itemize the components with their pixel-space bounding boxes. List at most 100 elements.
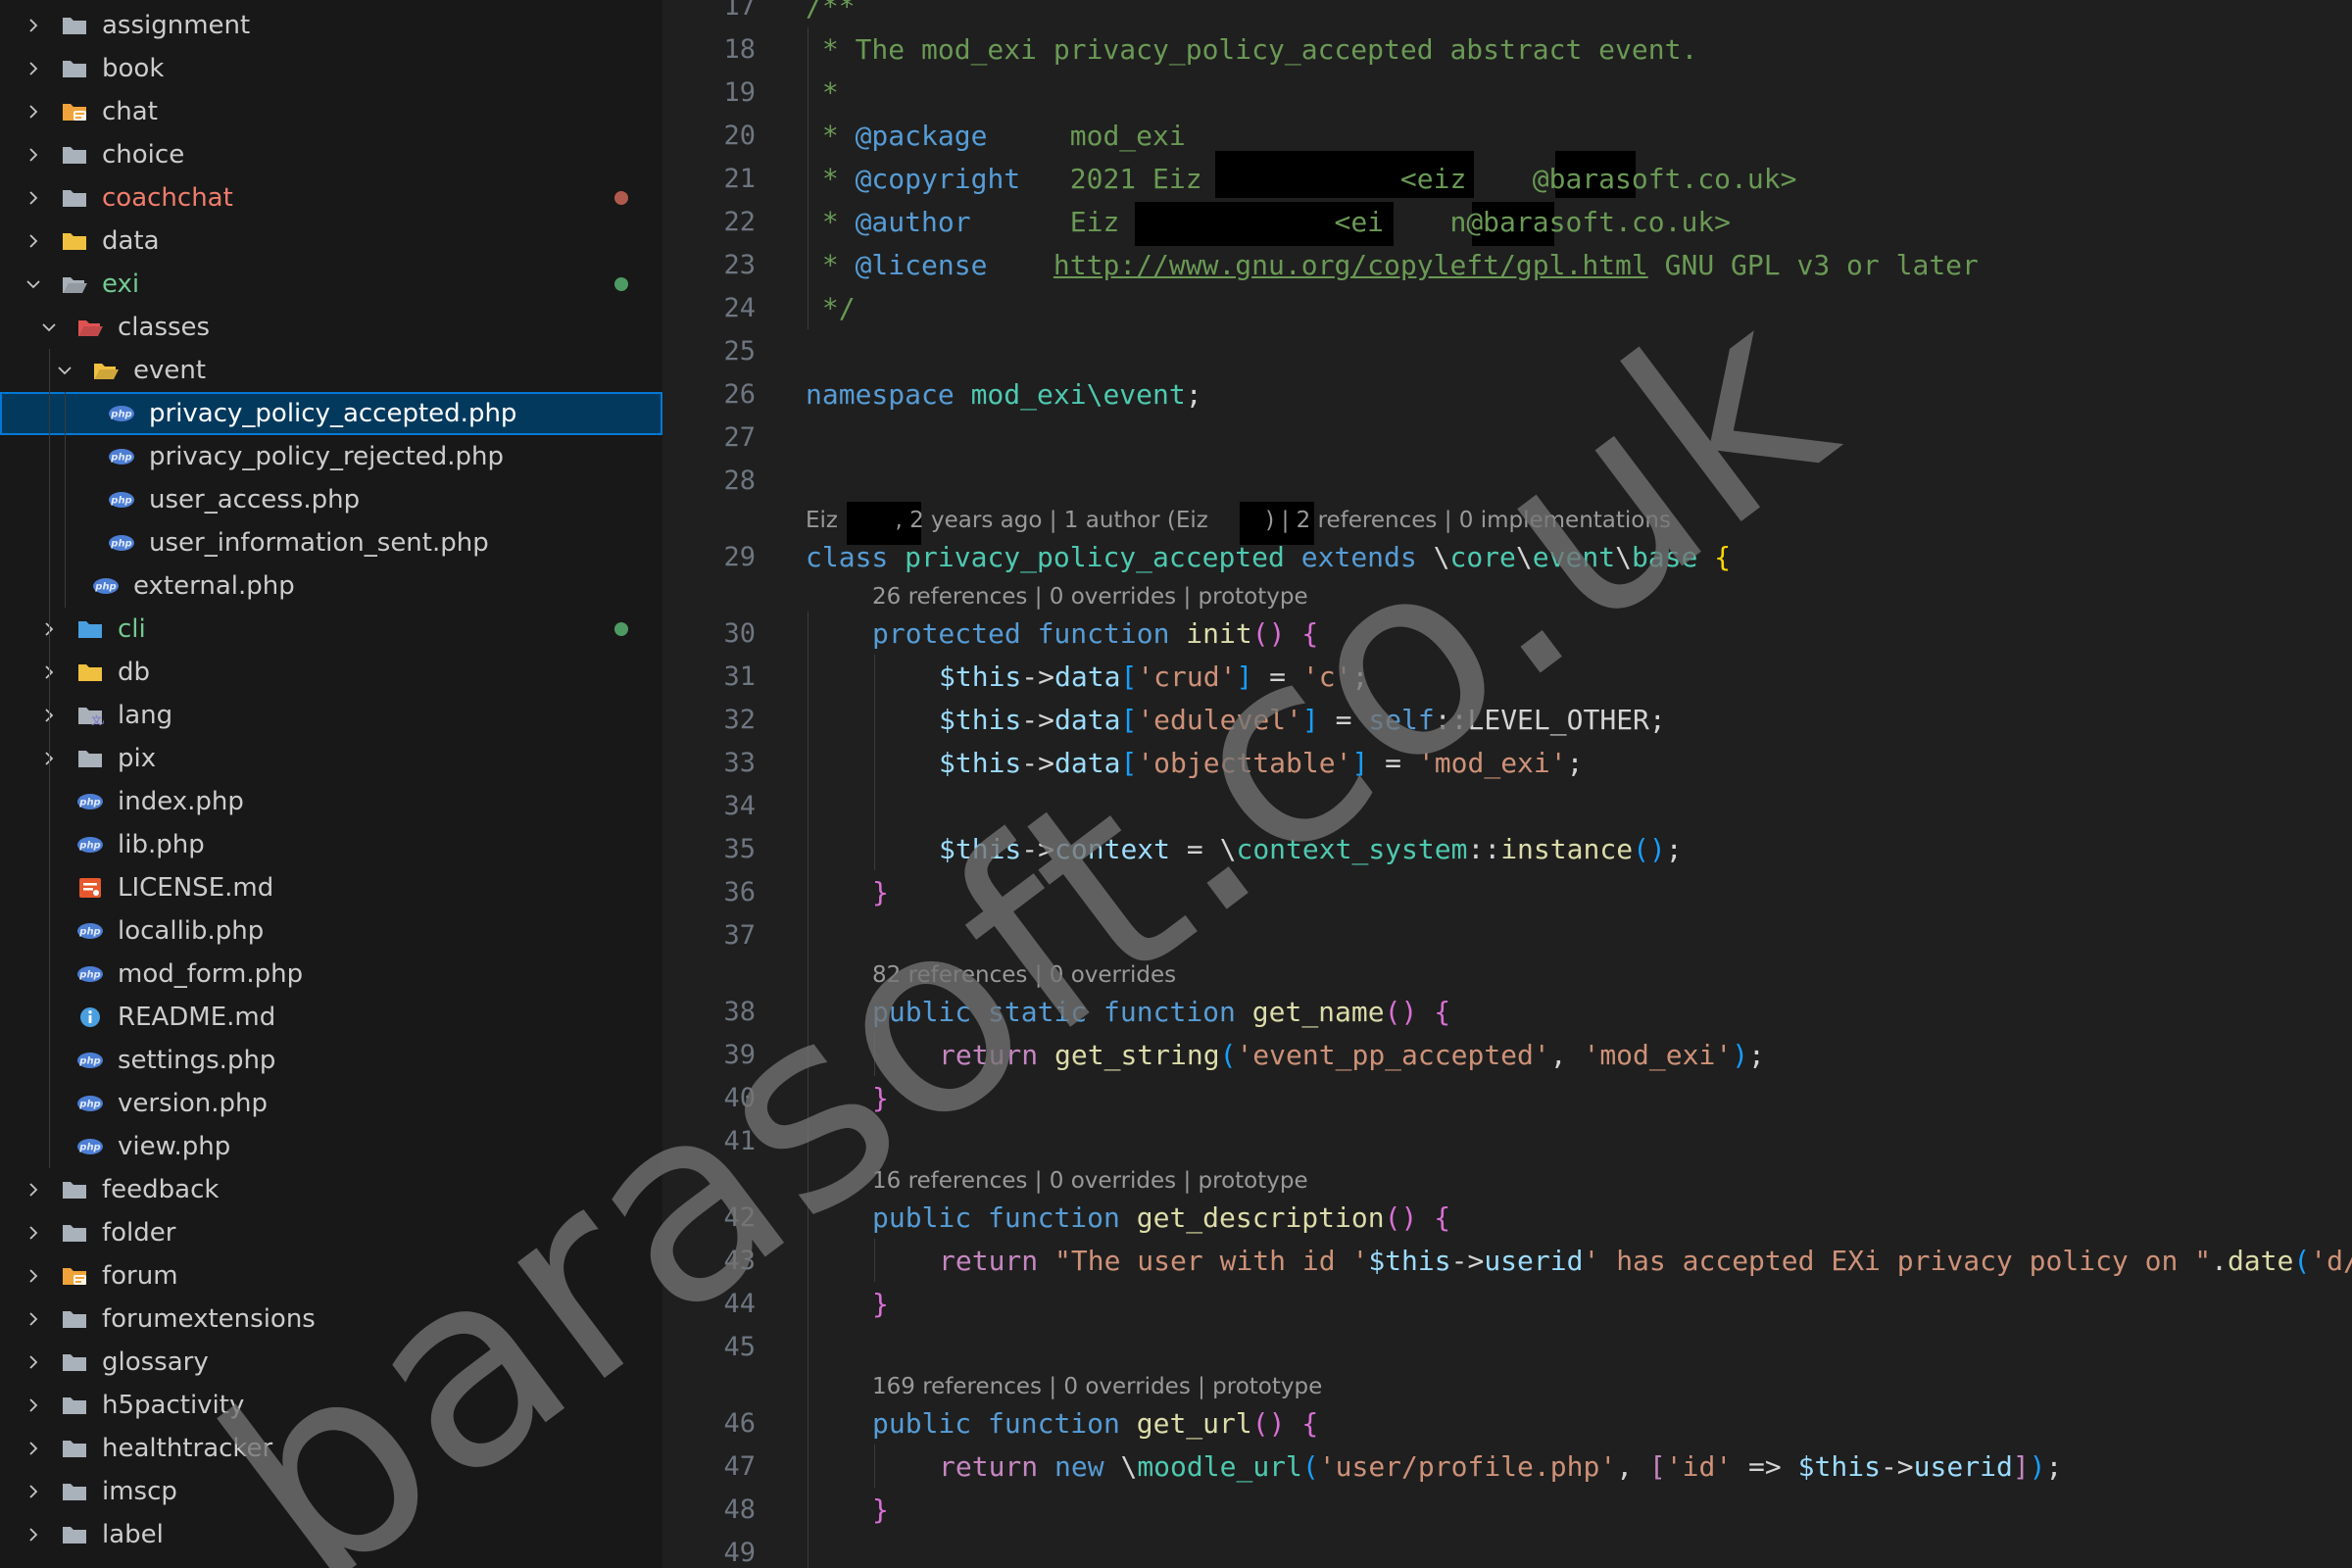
chevron-down-icon[interactable] [57, 363, 73, 378]
code-token: ( [1301, 1450, 1319, 1483]
tree-folder-feedback[interactable]: feedback [0, 1168, 662, 1211]
tree-folder-choice[interactable]: choice [0, 133, 662, 176]
tree-file-locallib-php[interactable]: php locallib.php [0, 909, 662, 953]
tree-file-user-information-sent-php[interactable]: php user_information_sent.php [0, 521, 662, 564]
tree-file-external-php[interactable]: php external.php [0, 564, 662, 608]
code-line[interactable]: * @author Eiz <ei n@barasoft.co.uk> [806, 206, 1731, 238]
code-line[interactable]: public function get_url() { [872, 1407, 1318, 1440]
codelens-annotation[interactable]: 169 references | 0 overrides | prototype [872, 1374, 1322, 1399]
tree-file-index-php[interactable]: php index.php [0, 780, 662, 823]
tree-file-lib-php[interactable]: php lib.php [0, 823, 662, 866]
code-line[interactable]: } [872, 1494, 889, 1526]
tree-folder-coachchat[interactable]: coachchat [0, 176, 662, 220]
code-line[interactable]: class privacy_policy_accepted extends \c… [806, 541, 1731, 573]
code-line[interactable]: * @copyright 2021 Eiz <eiz @barasoft.co.… [806, 163, 1797, 195]
chevron-right-icon[interactable] [25, 190, 41, 206]
tree-file-user-access-php[interactable]: php user_access.php [0, 478, 662, 521]
tree-folder-pix[interactable]: pix [0, 737, 662, 780]
tree-file-settings-php[interactable]: php settings.php [0, 1039, 662, 1082]
code-line[interactable]: return "The user with id '$this->userid'… [939, 1245, 2352, 1277]
code-line[interactable]: $this->data['crud'] = 'c'; [939, 661, 1368, 693]
tree-folder-imscp[interactable]: imscp [0, 1470, 662, 1513]
tree-folder-cli[interactable]: cli [0, 608, 662, 651]
code-line[interactable]: * [806, 76, 839, 109]
tree-folder-forumextensions[interactable]: forumextensions [0, 1298, 662, 1341]
tree-file-view-php[interactable]: php view.php [0, 1125, 662, 1168]
tree-folder-db[interactable]: db [0, 651, 662, 694]
tree-folder-book[interactable]: book [0, 47, 662, 90]
chevron-right-icon[interactable] [25, 1268, 41, 1284]
tree-file-readme-md[interactable]: README.md [0, 996, 662, 1039]
tree-folder-folder[interactable]: folder [0, 1211, 662, 1254]
tree-file-version-php[interactable]: php version.php [0, 1082, 662, 1125]
indent-guide [65, 564, 66, 608]
tree-folder-healthtracker[interactable]: healthtracker [0, 1427, 662, 1470]
chevron-right-icon[interactable] [25, 1182, 41, 1198]
chevron-right-icon[interactable] [25, 104, 41, 120]
tree-file-mod-form-php[interactable]: php mod_form.php [0, 953, 662, 996]
code-line[interactable]: $this->data['edulevel'] = self::LEVEL_OT… [939, 704, 1666, 736]
tree-folder-label[interactable]: label [0, 1513, 662, 1556]
tree-folder-classes[interactable]: classes [0, 306, 662, 349]
chevron-right-icon[interactable] [25, 1484, 41, 1499]
tree-item-label: README.md [118, 1003, 276, 1032]
chevron-right-icon[interactable] [25, 1527, 41, 1543]
code-token: 'id' [1665, 1450, 1733, 1483]
code-token: ) [2029, 1450, 2046, 1483]
svg-text:php: php [94, 582, 116, 593]
chevron-right-icon[interactable] [25, 18, 41, 33]
code-link[interactable]: http://www.gnu.org/copyleft/gpl.html [1054, 249, 1648, 281]
tree-folder-forum[interactable]: forum [0, 1254, 662, 1298]
chevron-right-icon[interactable] [25, 1354, 41, 1370]
code-line[interactable]: protected function init() { [872, 617, 1318, 650]
code-line[interactable]: * @license http://www.gnu.org/copyleft/g… [806, 249, 1979, 281]
code-line[interactable]: return new \moodle_url('user/profile.php… [939, 1450, 2062, 1483]
tree-folder-glossary[interactable]: glossary [0, 1341, 662, 1384]
code-line[interactable]: */ [806, 292, 856, 324]
tree-folder-h5pactivity[interactable]: h5pactivity [0, 1384, 662, 1427]
tree-item-label: locallib.php [118, 916, 265, 946]
code-line[interactable]: namespace mod_exi\event; [806, 378, 1202, 411]
chevron-right-icon[interactable] [25, 1397, 41, 1413]
code-token: function [988, 1201, 1120, 1234]
code-editor[interactable]: 17 /** 18 * The mod_exi privacy_policy_acc… [662, 0, 2352, 1568]
svg-text:php: php [110, 496, 131, 507]
code-line[interactable]: /** [806, 0, 856, 23]
tree-file-license-md[interactable]: LICENSE.md [0, 866, 662, 909]
code-line[interactable]: public function get_description() { [872, 1201, 1450, 1234]
tree-folder-lang[interactable]: 文A lang [0, 694, 662, 737]
chevron-right-icon[interactable] [25, 233, 41, 249]
tree-file-privacy-policy-accepted-php[interactable]: php privacy_policy_accepted.php [0, 392, 662, 435]
code-line[interactable]: * @package mod_exi [806, 120, 1186, 152]
tree-item-label: label [102, 1520, 164, 1549]
code-token: ( [2293, 1245, 2311, 1277]
codelens-annotation[interactable]: 26 references | 0 overrides | prototype [872, 584, 1308, 610]
code-line[interactable]: } [872, 876, 889, 908]
codelens-annotation[interactable]: Eiz , 2 years ago | 1 author (Eiz ) | 2 … [806, 508, 1671, 533]
code-line[interactable]: * The mod_exi privacy_policy_accepted ab… [806, 33, 1697, 66]
tree-folder-data[interactable]: data [0, 220, 662, 263]
tree-folder-assignment[interactable]: assignment [0, 4, 662, 47]
tree-folder-chat[interactable]: chat [0, 90, 662, 133]
code-line[interactable]: public static function get_name() { [872, 996, 1450, 1028]
code-token: { [1434, 996, 1451, 1028]
tree-folder-exi[interactable]: exi [0, 263, 662, 306]
code-line[interactable]: $this->context = \context_system::instan… [939, 833, 1683, 865]
code-line[interactable]: } [872, 1082, 889, 1114]
chevron-right-icon[interactable] [25, 1311, 41, 1327]
code-token: $this [939, 704, 1022, 736]
chevron-right-icon[interactable] [25, 1441, 41, 1456]
chevron-right-icon[interactable] [25, 1225, 41, 1241]
tree-file-privacy-policy-rejected-php[interactable]: php privacy_policy_rejected.php [0, 435, 662, 478]
code-line[interactable]: } [872, 1288, 889, 1320]
chevron-right-icon[interactable] [25, 61, 41, 76]
chevron-right-icon[interactable] [25, 147, 41, 163]
chevron-down-icon[interactable] [41, 319, 57, 335]
chevron-down-icon[interactable] [25, 276, 41, 292]
code-line[interactable]: return get_string('event_pp_accepted', '… [939, 1039, 1765, 1071]
code-line[interactable]: $this->data['objecttable'] = 'mod_exi'; [939, 747, 1583, 779]
codelens-annotation[interactable]: 82 references | 0 overrides [872, 962, 1176, 988]
tree-folder-event[interactable]: event [0, 349, 662, 392]
codelens-annotation[interactable]: 16 references | 0 overrides | prototype [872, 1168, 1308, 1194]
